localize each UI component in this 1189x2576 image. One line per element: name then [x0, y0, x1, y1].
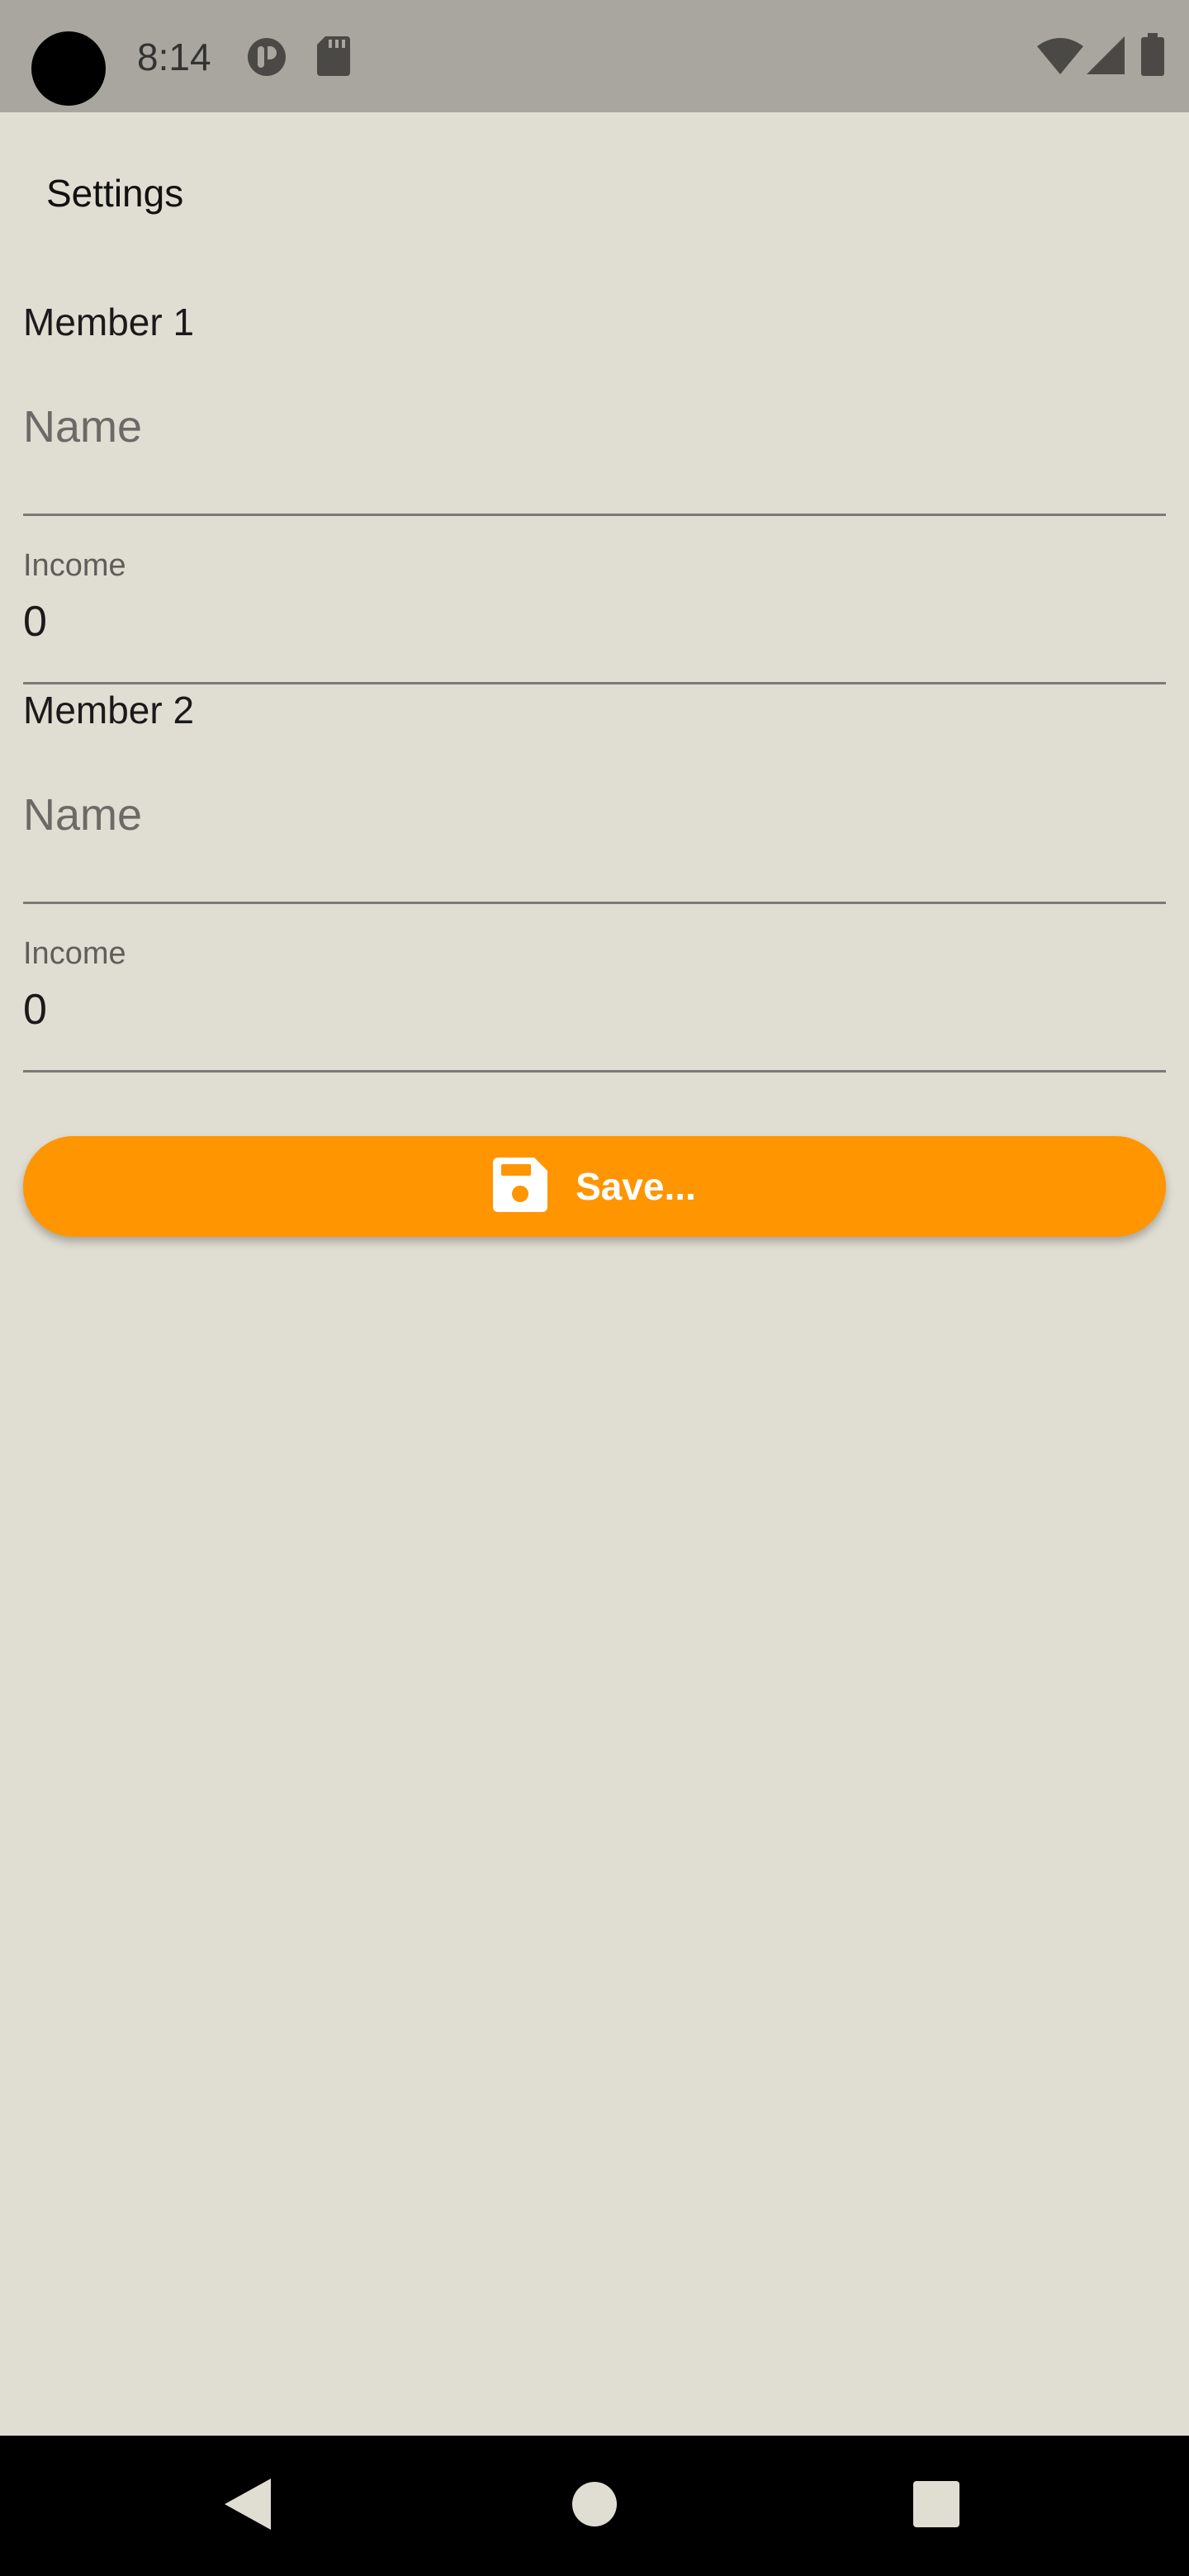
member-1-name-field[interactable]: Name — [23, 388, 1166, 516]
recents-button[interactable] — [862, 2436, 1011, 2576]
page-title: Settings — [46, 172, 184, 215]
member-2-heading: Member 2 — [23, 689, 195, 732]
member-2-income-field[interactable]: Income 0 — [23, 925, 1166, 1073]
member-2-name-field[interactable]: Name — [23, 776, 1166, 904]
member-2-name-placeholder: Name — [23, 790, 143, 840]
status-time: 8:14 — [137, 36, 211, 78]
sd-card-icon — [317, 36, 350, 80]
battery-icon — [1141, 33, 1164, 80]
status-bar: 8:14 — [0, 0, 1189, 112]
app-notification-icon — [246, 36, 287, 82]
home-icon — [571, 2481, 618, 2531]
floppy-disk-icon — [493, 1157, 548, 1216]
settings-screen: 8:14 Settings Member 1 Name Income 0 Mem… — [0, 0, 1189, 2576]
back-icon — [225, 2478, 271, 2534]
save-label: Save... — [576, 1165, 696, 1208]
camera-cutout — [31, 31, 106, 106]
member-1-name-placeholder: Name — [23, 402, 143, 452]
member-1-income-label: Income — [23, 548, 126, 583]
member-2-income-label: Income — [23, 936, 126, 971]
recents-icon — [913, 2480, 959, 2531]
signal-icon — [1087, 36, 1125, 78]
member-2-income-value: 0 — [23, 986, 47, 1034]
member-1-income-value: 0 — [23, 598, 47, 646]
member-1-income-field[interactable]: Income 0 — [23, 537, 1166, 684]
wifi-icon — [1037, 38, 1083, 78]
home-button[interactable] — [520, 2436, 669, 2576]
member-1-heading: Member 1 — [23, 301, 195, 343]
back-button[interactable] — [173, 2436, 322, 2576]
save-button[interactable]: Save... — [23, 1136, 1166, 1237]
navigation-bar — [0, 2436, 1189, 2576]
